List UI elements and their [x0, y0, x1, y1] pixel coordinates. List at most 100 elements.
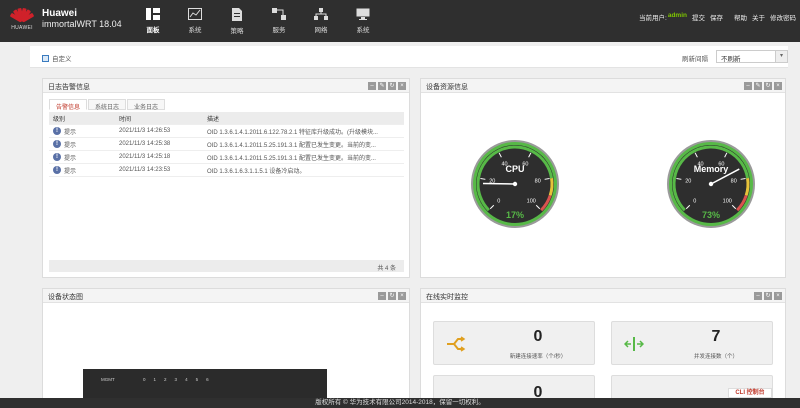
gauge-value: 73% [702, 210, 720, 220]
nav-item-service[interactable]: 服务 [258, 0, 300, 42]
gauge-tick-label: 20 [685, 178, 691, 184]
submit-link[interactable]: 提交 [692, 12, 705, 22]
nav-item-policy[interactable]: 策略 [216, 0, 258, 42]
nav-item-dashboard[interactable]: 面板 [132, 0, 174, 42]
level-cell: ! 提示 [49, 153, 119, 162]
new-connection-rate-label: 新建连接速率（个/秒） [509, 354, 567, 360]
table-row[interactable]: ! 提示 2021/11/3 14:26:53 OID 1.3.6.1.4.1.2… [49, 125, 404, 138]
panel-title: 日志告警信息 [48, 84, 90, 91]
app-title-sub: immortalWRT 18.04 [42, 19, 122, 29]
refresh-icon[interactable]: ↻ [764, 82, 772, 90]
gauge-label: CPU [505, 164, 524, 174]
tab-service-log[interactable]: 业务日志 [127, 99, 166, 111]
customize-icon [42, 54, 49, 62]
close-icon[interactable]: × [774, 82, 782, 90]
refresh-icon[interactable]: ↻ [388, 292, 396, 300]
current-user-name[interactable]: admin [668, 12, 687, 22]
level-text: 提示 [64, 142, 77, 149]
gauge-label: Memory [694, 164, 729, 174]
tab-system-log[interactable]: 系统日志 [88, 99, 127, 111]
close-icon[interactable]: × [398, 292, 406, 300]
top-bar: HUAWEI Huawei immortalWRT 18.04 面板 系统 策略… [0, 0, 800, 42]
concurrent-connections-label: 并发连接数（个） [693, 354, 738, 360]
copyright-footer: 版权所有 © 华为技术有限公司2014-2018，保留一切权利。 [0, 398, 800, 408]
new-connection-rate-card: 0 新建连接速率（个/秒） [433, 321, 595, 365]
level-cell: ! 提示 [49, 140, 119, 149]
nav-item-system[interactable]: 系统 [342, 0, 384, 42]
log-tabs: 告警信息 系统日志 业务日志 [49, 99, 166, 111]
huawei-logo: HUAWEI [6, 6, 38, 36]
info-icon: ! [53, 153, 61, 161]
refresh-interval-label: 刷新间隔 [682, 56, 708, 63]
gauge-value: 17% [506, 210, 524, 220]
close-icon[interactable]: × [774, 292, 782, 300]
gauge-needle [482, 182, 516, 185]
panel-header: 日志告警信息 – ✎ ↻ × [43, 79, 409, 93]
change-password-link[interactable]: 修改密码 [770, 12, 796, 22]
time-cell: 2021/11/3 14:26:53 [119, 128, 171, 134]
about-link[interactable]: 关于 [752, 12, 765, 22]
gauge-hub [708, 181, 714, 187]
description-cell: OID 1.3.6.1.4.1.2011.5.25.191.3.1 配置已发生变… [207, 142, 376, 149]
network-icon [314, 8, 328, 20]
level-text: 提示 [64, 129, 77, 136]
level-cell: ! 提示 [49, 127, 119, 136]
panel-header: 设备状态图 – ↻ × [43, 289, 409, 303]
app-title: Huawei immortalWRT 18.04 [42, 8, 122, 30]
port-label: 1 [153, 377, 157, 382]
port-label: 5 [195, 377, 199, 382]
chart-icon [188, 8, 202, 20]
help-link[interactable]: 帮助 [734, 12, 747, 22]
device-status-panel: 设备状态图 – ↻ × MGMT 0 1 2 3 4 5 6 [42, 288, 410, 401]
refresh-icon[interactable]: ↻ [764, 292, 772, 300]
table-row[interactable]: ! 提示 2021/11/3 14:25:38 OID 1.3.6.1.4.1.2… [49, 138, 404, 151]
huawei-flower-icon [9, 6, 35, 24]
refresh-interval-select[interactable]: 不刷新 ▾ [716, 50, 788, 63]
nav-item-system-chart[interactable]: 系统 [174, 0, 216, 42]
close-icon[interactable]: × [398, 82, 406, 90]
column-header-time[interactable]: 时间 [119, 114, 207, 123]
minimize-icon[interactable]: – [744, 82, 752, 90]
log-alarm-panel: 日志告警信息 – ✎ ↻ × 告警信息 系统日志 业务日志 级别 时间 描述 !… [42, 78, 410, 278]
panel-tools: – ✎ ↻ × [368, 82, 406, 90]
table-row[interactable]: ! 提示 2021/11/3 14:23:53 OID 1.3.6.1.6.3.1… [49, 164, 404, 177]
column-header-level[interactable]: 级别 [49, 114, 119, 123]
nav-label: 网络 [314, 27, 328, 34]
resource-gauges: 02040 6080100CPU17%02040 6080100Memory73% [471, 140, 755, 228]
minimize-icon[interactable]: – [368, 82, 376, 90]
nav-label: 系统 [356, 27, 370, 34]
brand-text: HUAWEI [11, 25, 33, 31]
dashboard-icon [146, 8, 160, 20]
device-resource-panel: 设备资源信息 – ✎ ↻ × 0 20 40 60 80 100 CPU 17% 0 20 40 60… [420, 78, 786, 278]
tab-alarm-info[interactable]: 告警信息 [49, 99, 88, 111]
realtime-monitor-panel: 在线实时监控 – ↻ × 0 新建连接速率（个/秒） 7 并发连接数（个） 0 [420, 288, 786, 401]
main-nav: 面板 系统 策略 服务 网络 系统 [132, 0, 384, 42]
nav-label: 系统 [188, 27, 202, 34]
edit-icon[interactable]: ✎ [754, 82, 762, 90]
gauge-tick-label: 100 [723, 198, 732, 204]
info-icon: ! [53, 127, 61, 135]
nav-item-network[interactable]: 网络 [300, 0, 342, 42]
gauge-tick-label: 80 [535, 178, 541, 184]
port-label: 3 [174, 377, 178, 382]
cli-console-button[interactable]: CLI 控制台 [728, 388, 772, 398]
save-link[interactable]: 保存 [710, 12, 723, 22]
port-label: 2 [164, 377, 167, 382]
edit-icon[interactable]: ✎ [378, 82, 386, 90]
nav-label: 面板 [146, 27, 160, 34]
minimize-icon[interactable]: – [754, 292, 762, 300]
customize-button[interactable]: 自定义 [42, 53, 72, 63]
user-bar: 当前用户: admin 提交 保存 帮助 关于 修改密码 [639, 12, 796, 22]
column-header-description[interactable]: 描述 [207, 114, 404, 123]
level-text: 提示 [64, 155, 77, 162]
table-row[interactable]: ! 提示 2021/11/3 14:25:18 OID 1.3.6.1.4.1.2… [49, 151, 404, 164]
minimize-icon[interactable]: – [378, 292, 386, 300]
info-icon: ! [53, 166, 61, 174]
gauge-tick-label: 0 [497, 198, 500, 204]
nav-label: 策略 [230, 28, 244, 35]
concurrent-connections-value: 7 [711, 328, 721, 345]
refresh-icon[interactable]: ↻ [388, 82, 396, 90]
info-icon: ! [53, 140, 61, 148]
panel-tools: – ↻ × [378, 292, 406, 300]
table-header: 级别 时间 描述 [49, 112, 404, 125]
